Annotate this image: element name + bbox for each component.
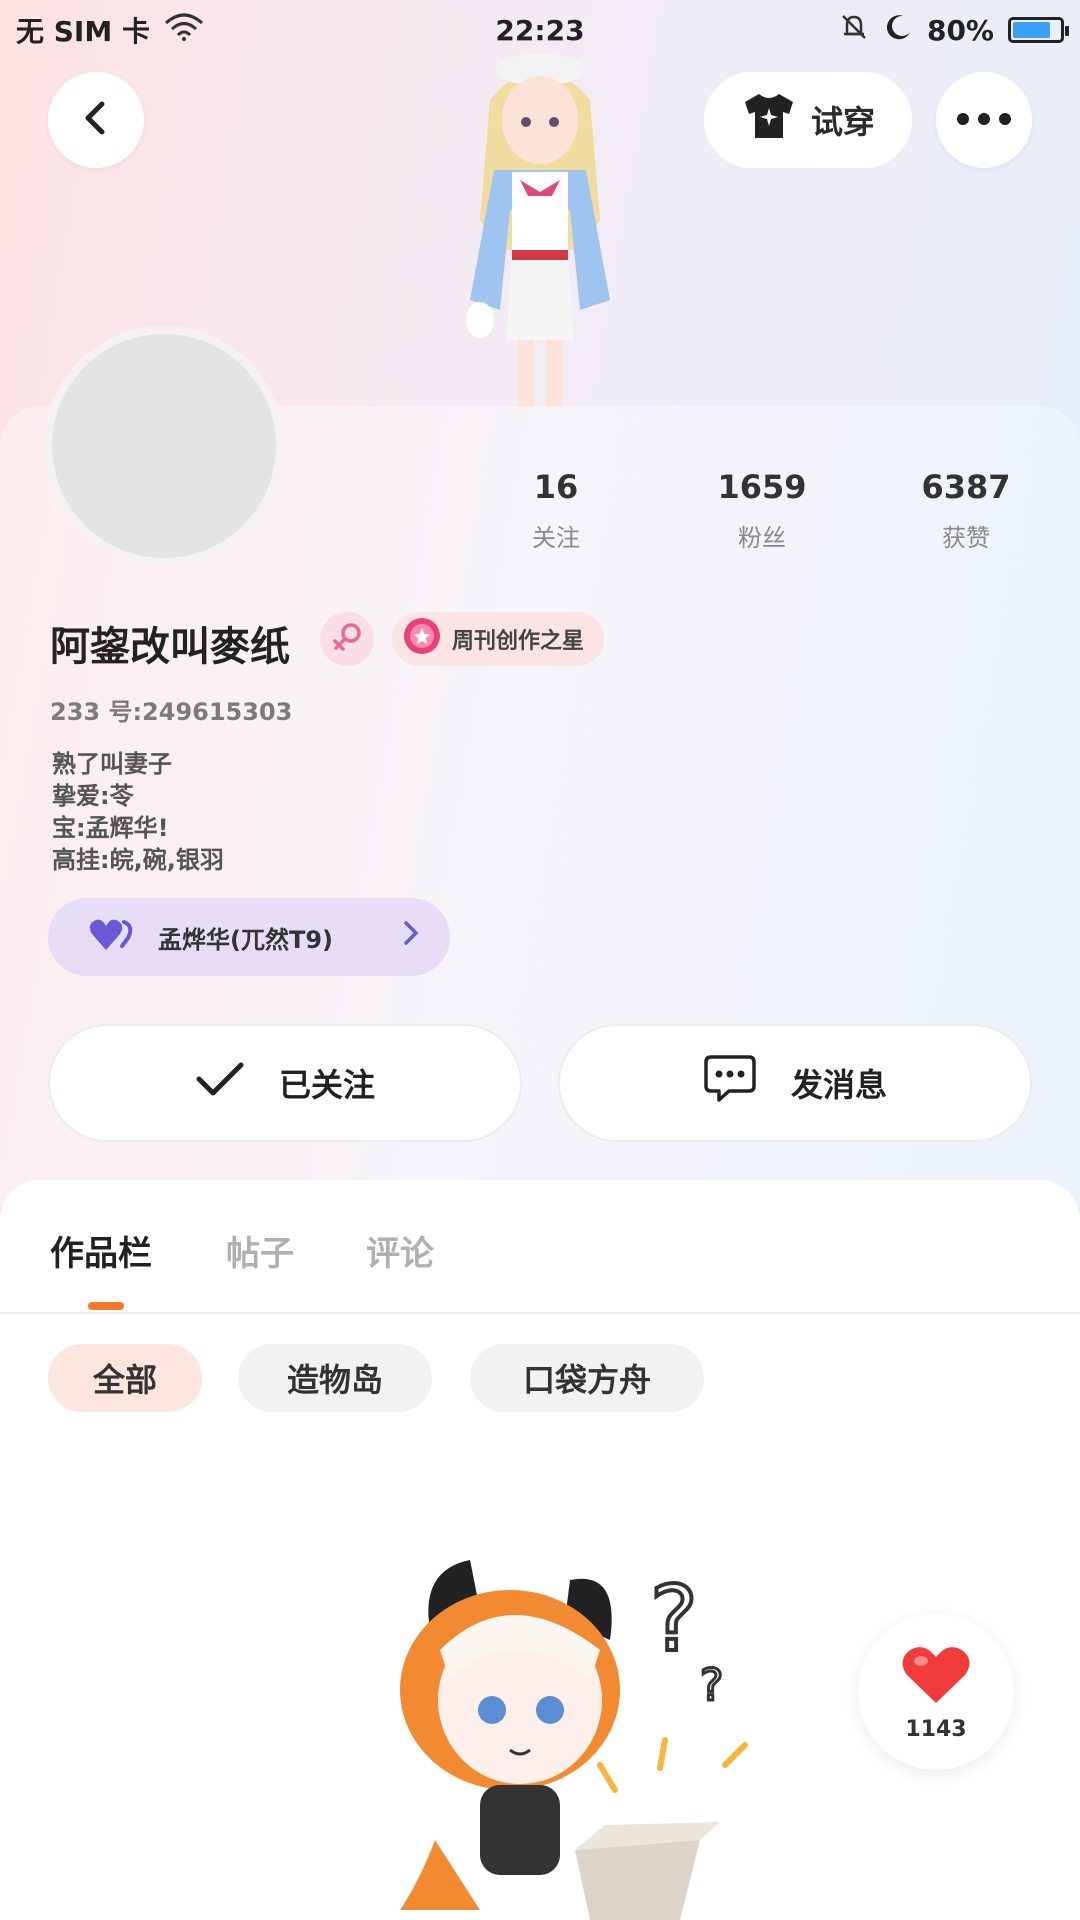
- following-count: 16: [533, 468, 579, 506]
- heart-icon: [901, 1643, 971, 1711]
- tab-comments[interactable]: 评论: [366, 1226, 434, 1275]
- tab-works[interactable]: 作品栏: [50, 1226, 152, 1275]
- username: 阿鋆改叫麥纸: [50, 624, 290, 670]
- double-heart-icon: [88, 916, 138, 958]
- likes-count: 6387: [921, 468, 1011, 506]
- checkmark-icon: [195, 1059, 245, 1107]
- bio-line: 熟了叫妻子: [52, 750, 172, 778]
- carrier-text: 无 SIM 卡: [16, 15, 150, 48]
- active-tab-indicator: [88, 1302, 124, 1310]
- empty-state-illustration: ? ?: [360, 1540, 760, 1920]
- svg-text:?: ?: [700, 1660, 723, 1711]
- stat-followers[interactable]: 1659 粉丝: [682, 468, 842, 553]
- tab-divider: [0, 1312, 1080, 1314]
- filter-chip-all[interactable]: 全部: [48, 1344, 202, 1412]
- battery-percent: 80%: [926, 13, 994, 47]
- avatar[interactable]: [44, 326, 284, 566]
- like-floating-button[interactable]: 1143: [858, 1614, 1014, 1770]
- bio-line: 挚爱:苓: [52, 782, 134, 810]
- chat-bubble-icon: [703, 1054, 757, 1112]
- bio-line: 宝:孟辉华!: [52, 814, 169, 842]
- bond-partner-label: 孟烨华(兀然T9): [158, 925, 334, 954]
- mute-bell-icon: [839, 12, 869, 49]
- send-message-button[interactable]: 发消息: [558, 1024, 1032, 1142]
- gender-badge: [320, 612, 374, 666]
- chevron-right-icon: [402, 919, 420, 955]
- followed-button[interactable]: 已关注: [48, 1024, 522, 1142]
- bio-line: 高挂:皖,碗,银羽: [52, 846, 224, 874]
- female-symbol-icon: [330, 620, 364, 658]
- title-badge-label: 周刊创作之星: [452, 629, 585, 654]
- bond-partner-pill[interactable]: 孟烨华(兀然T9): [48, 898, 450, 976]
- content-tabs: 作品栏 帖子 评论: [0, 1226, 1080, 1312]
- title-badge[interactable]: 周刊创作之星: [392, 612, 605, 666]
- star-medal-icon: [402, 616, 442, 662]
- bio: 熟了叫妻子 挚爱:苓 宝:孟辉华! 高挂:皖,碗,银羽: [52, 748, 224, 876]
- send-message-label: 发消息: [790, 1066, 887, 1104]
- avatar-character-illustration[interactable]: [420, 50, 660, 410]
- stat-following[interactable]: 16 关注: [476, 468, 636, 553]
- likes-label: 获赞: [942, 524, 990, 552]
- like-count: 1143: [905, 1716, 967, 1742]
- more-dots-icon: [956, 111, 1012, 130]
- filter-chip-pocket-ark[interactable]: 口袋方舟: [470, 1344, 704, 1412]
- battery-fill: [1013, 22, 1050, 38]
- filter-chip-creation-island[interactable]: 造物岛: [238, 1344, 432, 1412]
- shirt-icon: [741, 92, 797, 148]
- try-on-label: 试穿: [810, 103, 875, 141]
- tab-posts[interactable]: 帖子: [226, 1226, 294, 1275]
- followers-label: 粉丝: [738, 524, 786, 552]
- followed-label: 已关注: [278, 1066, 375, 1104]
- more-options-button[interactable]: [936, 72, 1032, 168]
- moon-icon: [883, 12, 913, 49]
- wifi-icon: [164, 13, 204, 48]
- svg-text:?: ?: [650, 1567, 698, 1672]
- battery-icon: [1008, 17, 1069, 43]
- stat-likes[interactable]: 6387 获赞: [886, 468, 1046, 553]
- back-button[interactable]: [48, 72, 144, 168]
- following-label: 关注: [532, 524, 580, 552]
- try-on-button[interactable]: 试穿: [704, 72, 912, 168]
- user-id: 233 号:249615303: [50, 698, 293, 726]
- chevron-left-icon: [76, 98, 116, 142]
- followers-count: 1659: [717, 468, 807, 506]
